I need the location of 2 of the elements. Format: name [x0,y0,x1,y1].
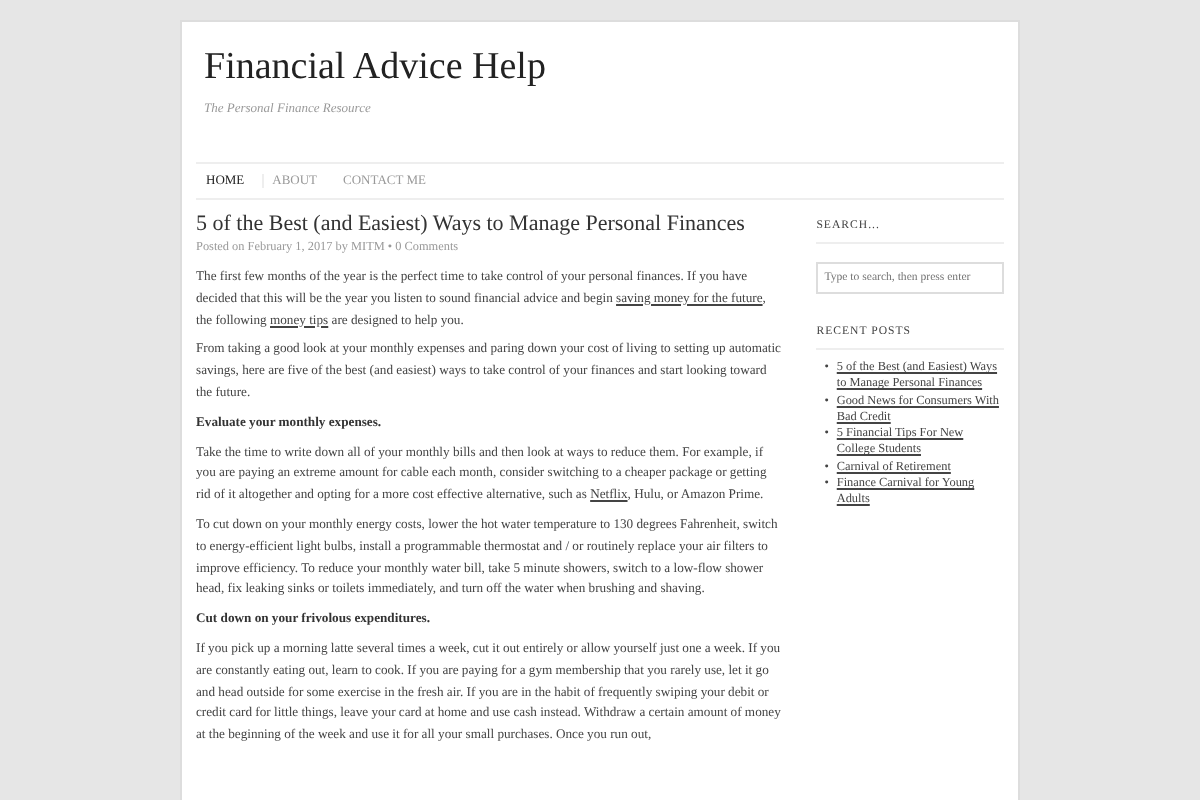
post-title[interactable]: 5 of the Best (and Easiest) Ways to Manage Personal Finances [196,212,785,236]
site-title[interactable]: Financial Advice Help [204,46,996,90]
